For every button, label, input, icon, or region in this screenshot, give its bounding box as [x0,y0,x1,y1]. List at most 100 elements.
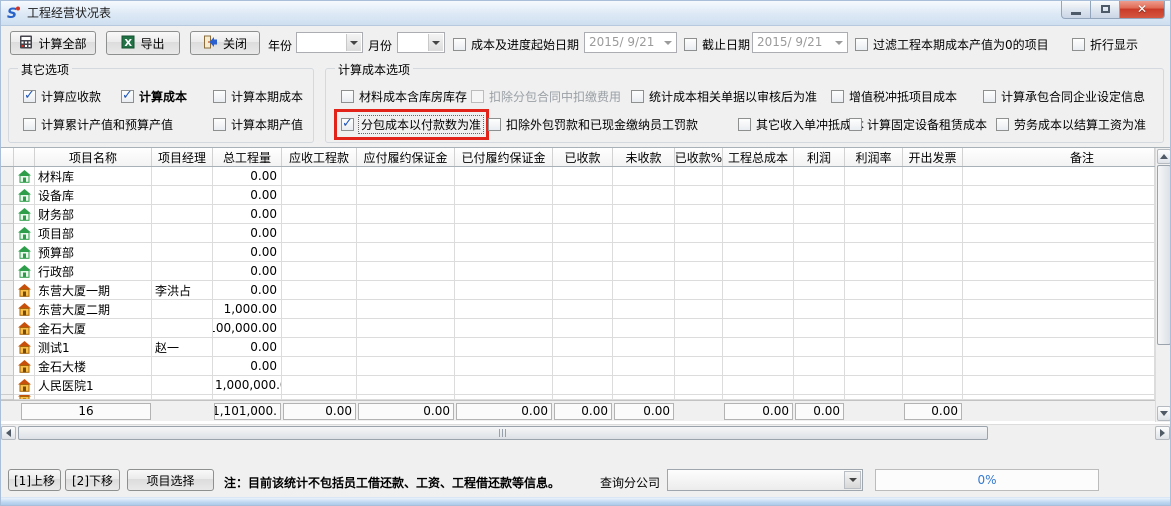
maximize-button[interactable] [1090,0,1120,19]
cell-profit-rate [845,224,903,243]
cell-invoice-issued [903,205,963,224]
vertical-scrollbar[interactable] [1155,148,1171,422]
other-option-checkbox[interactable]: 计算应收款 [23,88,101,105]
end-date-picker[interactable]: 2015/ 9/21 [752,32,848,53]
column-header-project-name[interactable]: 项目名称 [35,148,152,166]
move-down-button[interactable]: [2]下移 [65,469,120,491]
column-header-profit-rate[interactable]: 利润率 [845,148,903,166]
column-header-profit[interactable]: 利润 [794,148,845,166]
cell-total-cost [723,186,794,205]
scroll-right-button[interactable] [1155,426,1170,440]
project-icon [14,357,35,376]
filter-zero-checkbox[interactable]: 过滤工程本期成本产值为0的项目 [855,36,1049,53]
export-button[interactable]: X 导出 [106,31,180,55]
year-select[interactable] [296,32,363,53]
month-select[interactable] [397,32,445,53]
table-row[interactable]: 项目部0.00 [0,224,1155,243]
column-header-unreceived-amount[interactable]: 未收款 [613,148,675,166]
cell-performance-bond-payable [357,395,455,400]
column-header-project-manager[interactable]: 项目经理 [152,148,213,166]
cost-option-checkbox[interactable]: 其它收入单冲抵成本 [738,116,864,133]
start-date-checkbox[interactable]: 成本及进度起始日期 [453,36,579,53]
move-up-button[interactable]: [1]上移 [8,469,61,491]
cell-project-manager [152,376,213,395]
checkbox-label: 计算承包合同企业设定信息 [1001,88,1145,105]
table-row[interactable]: 行政部0.00 [0,262,1155,281]
cell-total-cost [723,167,794,186]
close-form-label: 关闭 [223,35,247,52]
cost-option-checkbox[interactable]: 统计成本相关单据以审核后为准 [631,88,817,105]
cell-project-manager [152,167,213,186]
cell-profit [794,300,845,319]
cell-receivable-amount [282,395,357,400]
scroll-down-button[interactable] [1157,406,1171,421]
cell-received-amount [553,281,613,300]
table-row[interactable]: 测试1赵一0.00 [0,338,1155,357]
column-header-performance-bond-payable[interactable]: 应付履约保证金 [357,148,455,166]
summary-received-amount: 0.00 [554,403,612,420]
cell-performance-bond-payable [357,205,455,224]
cell-received-amount [553,224,613,243]
vertical-scroll-thumb[interactable] [1157,165,1171,345]
column-header-total-cost[interactable]: 工程总成本 [723,148,794,166]
cell-performance-bond-paid [455,395,553,400]
table-row[interactable]: 东营大厦一期李洪占0.00 [0,281,1155,300]
cell-total-cost [723,376,794,395]
horizontal-scroll-thumb[interactable] [18,426,988,440]
table-row[interactable]: 东营大厦二期1,000.00 [0,300,1155,319]
table-row[interactable]: 金石大厦100,000.00 [0,319,1155,338]
table-row[interactable]: 财务部0.00 [0,205,1155,224]
cost-option-checkbox[interactable]: 增值税冲抵项目成本 [831,88,957,105]
cell-performance-bond-paid [455,376,553,395]
cost-option-checkbox[interactable]: 扣除外包罚款和已现金缴纳员工罚款 [488,116,698,133]
table-row[interactable]: 人民医院11,000,000.00 [0,376,1155,395]
cost-option-checkbox[interactable]: 计算固定设备租赁成本 [849,116,987,133]
cell-unreceived-amount [613,186,675,205]
cell-performance-bond-paid [455,186,553,205]
cell-project-manager [152,319,213,338]
column-header-received-percent[interactable]: 已收款% [675,148,723,166]
department-icon [14,262,35,281]
end-date-checkbox[interactable]: 截止日期 [684,36,750,53]
summary-cell-profit: 0.00 [794,401,845,421]
branch-select[interactable] [667,469,863,491]
column-header-remark[interactable]: 备注 [963,148,1155,166]
scroll-left-button[interactable] [1,426,16,440]
other-option-checkbox[interactable]: 计算成本 [121,88,187,105]
other-option-checkbox[interactable]: 计算本期产值 [213,116,303,133]
table-row[interactable]: 材料库0.00 [0,167,1155,186]
table-row[interactable]: 金石大楼0.00 [0,357,1155,376]
column-header-total-quantity[interactable]: 总工程量 [213,148,282,166]
cost-option-checkbox[interactable]: 劳务成本以结算工资为准 [996,116,1146,133]
project-select-button[interactable]: 项目选择 [127,469,214,491]
table-row[interactable]: 预算部0.00 [0,243,1155,262]
summary-performance-bond-payable: 0.00 [358,403,454,420]
cell-received-amount [553,300,613,319]
cell-profit-rate [845,167,903,186]
column-header-received-amount[interactable]: 已收款 [553,148,613,166]
close-form-button[interactable]: 关闭 [190,31,260,55]
cell-received-amount [553,319,613,338]
horizontal-scrollbar[interactable] [0,424,1171,440]
column-header-receivable-amount[interactable]: 应收工程款 [282,148,357,166]
cell-profit [794,262,845,281]
other-option-checkbox[interactable]: 计算本期成本 [213,88,303,105]
column-header-performance-bond-paid[interactable]: 已付履约保证金 [455,148,553,166]
cost-option-checkbox[interactable]: 计算承包合同企业设定信息 [983,88,1145,105]
calculate-all-button[interactable]: 计算全部 [10,31,96,55]
other-option-checkbox[interactable]: 计算累计产值和预算产值 [23,116,173,133]
cost-option-checkbox[interactable]: 分包成本以付款数为准 [341,116,483,133]
column-header-invoice-issued[interactable]: 开出发票 [903,148,963,166]
checkbox-icon [996,118,1009,131]
minimize-button[interactable] [1061,0,1091,19]
table-row[interactable] [0,395,1155,400]
table-row[interactable]: 设备库0.00 [0,186,1155,205]
close-button[interactable]: ✕ [1119,0,1165,19]
start-date-picker[interactable]: 2015/ 9/21 [584,32,677,53]
cost-option-checkbox[interactable]: 扣除分包合同中扣缴费用 [471,88,621,105]
cost-option-checkbox[interactable]: 材料成本含库房库存 [341,88,467,105]
scroll-up-button[interactable] [1157,149,1171,164]
cell-project-manager [152,243,213,262]
wrap-display-checkbox[interactable]: 折行显示 [1072,36,1138,53]
cell-remark [963,205,1155,224]
